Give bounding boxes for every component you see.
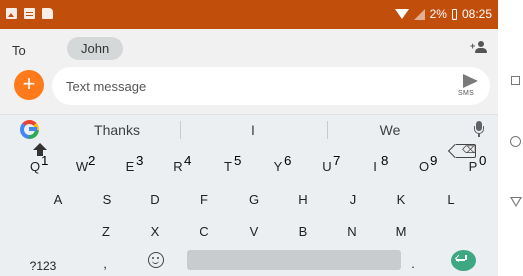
key-c[interactable]: C <box>196 220 212 244</box>
key-k[interactable]: K <box>393 188 409 212</box>
key-b[interactable]: B <box>295 220 311 244</box>
key-h[interactable]: H <box>295 188 311 212</box>
key-hint: 0 <box>479 153 487 168</box>
key-hint: 2 <box>88 153 96 168</box>
to-label: To <box>12 43 26 58</box>
key-hint: 7 <box>333 153 341 168</box>
battery-percent: 2% <box>429 7 447 21</box>
notification-icons <box>6 8 53 19</box>
compose-area: To John + + SMS <box>0 29 498 114</box>
comma-key[interactable]: , <box>98 252 112 276</box>
status-bar: 2% 08:25 <box>0 0 498 29</box>
suggestion-strip: Thanks I We <box>0 115 498 145</box>
key-l[interactable]: L <box>443 188 459 212</box>
key-j[interactable]: J <box>345 188 361 212</box>
key-hint: 4 <box>184 153 192 168</box>
send-icon <box>463 74 478 88</box>
emoji-icon[interactable] <box>148 252 164 268</box>
google-icon[interactable] <box>20 120 39 139</box>
system-indicators: 2% 08:25 <box>394 7 492 21</box>
key-s[interactable]: S <box>99 188 115 212</box>
phone-screen: 2% 08:25 To John + + SMS Thanks I <box>0 0 498 276</box>
navigation-bar <box>498 0 523 276</box>
clock: 08:25 <box>461 7 492 21</box>
battery-icon <box>451 8 457 20</box>
suggestion-2[interactable]: I <box>243 122 263 138</box>
wifi-icon <box>394 9 409 19</box>
key-d[interactable]: D <box>147 188 163 212</box>
key-x[interactable]: X <box>147 220 163 244</box>
enter-key[interactable] <box>451 250 476 271</box>
key-n[interactable]: N <box>344 220 360 244</box>
home-icon[interactable] <box>510 136 521 147</box>
suggestion-1[interactable]: Thanks <box>88 122 146 138</box>
send-button[interactable]: SMS <box>455 72 485 100</box>
key-m[interactable]: M <box>393 220 409 244</box>
suggestion-divider <box>327 121 328 139</box>
key-f[interactable]: F <box>196 188 212 212</box>
symbols-key[interactable]: ?123 <box>23 254 63 276</box>
calendar-icon <box>24 8 35 19</box>
image-icon <box>6 8 17 19</box>
key-hint: 8 <box>381 153 389 168</box>
period-key[interactable]: . <box>406 252 420 276</box>
suggestion-divider <box>180 121 181 139</box>
key-hint: 3 <box>136 153 144 168</box>
mic-icon[interactable] <box>474 121 484 139</box>
suggestion-3[interactable]: We <box>375 122 405 138</box>
send-label: SMS <box>458 90 475 97</box>
key-hint: 6 <box>284 153 292 168</box>
add-contact-icon[interactable]: + <box>470 41 488 55</box>
signal-icon <box>413 8 425 20</box>
message-input[interactable] <box>66 76 426 96</box>
document-icon <box>42 8 53 19</box>
key-hint: 9 <box>430 153 438 168</box>
recent-apps-icon[interactable] <box>511 76 520 85</box>
key-z[interactable]: Z <box>98 220 114 244</box>
backspace-icon[interactable]: ⌫ <box>456 144 476 158</box>
recipient-chip[interactable]: John <box>67 37 124 60</box>
message-field: SMS <box>52 67 490 105</box>
key-v[interactable]: V <box>246 220 262 244</box>
space-bar[interactable] <box>187 250 401 270</box>
key-hint: 5 <box>234 153 242 168</box>
attach-button[interactable]: + <box>14 70 44 100</box>
back-icon[interactable] <box>510 197 522 207</box>
shift-icon[interactable] <box>32 143 48 159</box>
key-g[interactable]: G <box>246 188 262 212</box>
key-a[interactable]: A <box>50 188 66 212</box>
